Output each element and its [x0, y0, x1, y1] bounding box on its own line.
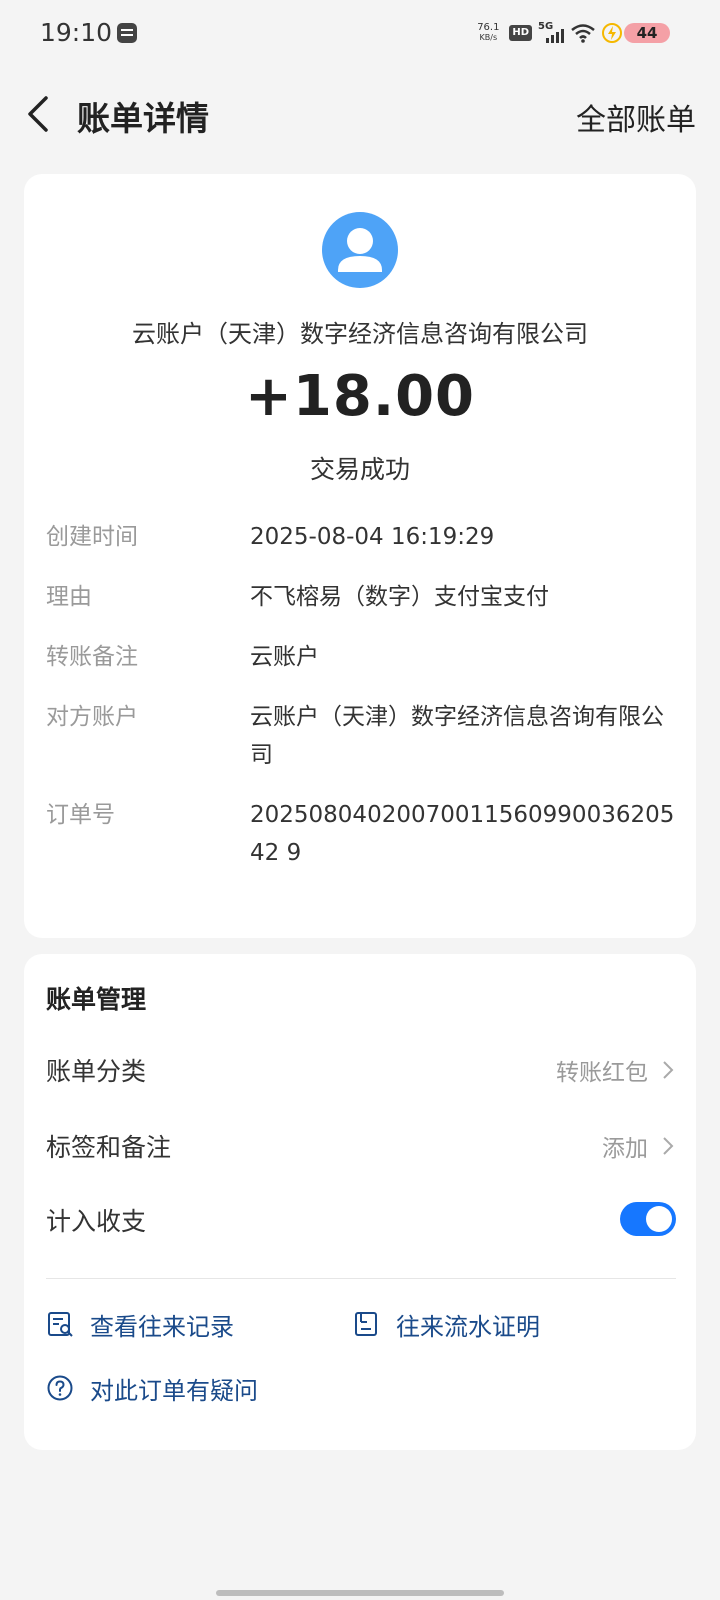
header: 账单详情 全部账单 [0, 80, 720, 150]
wallet-app-icon [117, 23, 137, 43]
transaction-card: 云账户（天津）数字经济信息咨询有限公司 +18.00 交易成功 创建时间 202… [24, 174, 696, 938]
status-bar: 19:10 76.1 KB/s HD 5G 44 [0, 0, 720, 66]
page-title: 账单详情 [77, 99, 209, 138]
count-in-income-toggle[interactable] [620, 1202, 676, 1236]
question-circle-icon [47, 1375, 73, 1401]
transaction-status: 交易成功 [309, 455, 410, 484]
status-time: 19:10 [40, 18, 113, 47]
toggle-knob [646, 1206, 672, 1232]
bill-category-row[interactable]: 账单分类 转账红包 [46, 1048, 676, 1092]
wifi-icon [571, 24, 595, 43]
transaction-amount: +18.00 [244, 364, 476, 429]
battery-level: 44 [624, 23, 670, 43]
bill-management-card: 账单管理 账单分类 转账红包 标签和备注 添加 计入收支 查看往来记录 往来流水… [24, 954, 696, 1450]
chevron-right-icon [663, 1137, 674, 1155]
home-indicator[interactable] [216, 1590, 504, 1596]
view-records-link[interactable]: 查看往来记录 [46, 1304, 234, 1344]
bill-detail-page: 19:10 76.1 KB/s HD 5G 44 账单详情 全部账单 云账户（天… [0, 0, 720, 1600]
chevron-right-icon [663, 1061, 674, 1079]
document-icon [355, 1312, 377, 1336]
battery: 44 [602, 22, 670, 44]
count-in-income-row: 计入收支 [46, 1198, 676, 1242]
net-speed: 76.1 KB/s [477, 22, 500, 43]
charging-icon [602, 23, 622, 43]
statement-proof-link[interactable]: 往来流水证明 [352, 1304, 540, 1344]
tags-add-value: 添加 [602, 1136, 648, 1162]
divider [46, 1278, 676, 1279]
record-search-icon [48, 1312, 73, 1337]
section-title: 账单管理 [46, 985, 147, 1014]
hd-badge: HD [509, 25, 532, 41]
merchant-name: 云账户（天津）数字经济信息咨询有限公司 [132, 320, 588, 348]
order-question-link[interactable]: 对此订单有疑问 [46, 1368, 258, 1408]
user-icon [338, 228, 382, 272]
back-arrow-icon[interactable] [24, 94, 52, 134]
signal-icon: 5G [538, 21, 564, 45]
tags-notes-row[interactable]: 标签和备注 添加 [46, 1124, 676, 1168]
all-bills-link[interactable]: 全部账单 [576, 95, 696, 139]
bill-category-value: 转账红包 [556, 1060, 648, 1086]
counterparty-avatar [322, 212, 398, 288]
status-indicators: 76.1 KB/s HD 5G 44 [473, 20, 670, 46]
